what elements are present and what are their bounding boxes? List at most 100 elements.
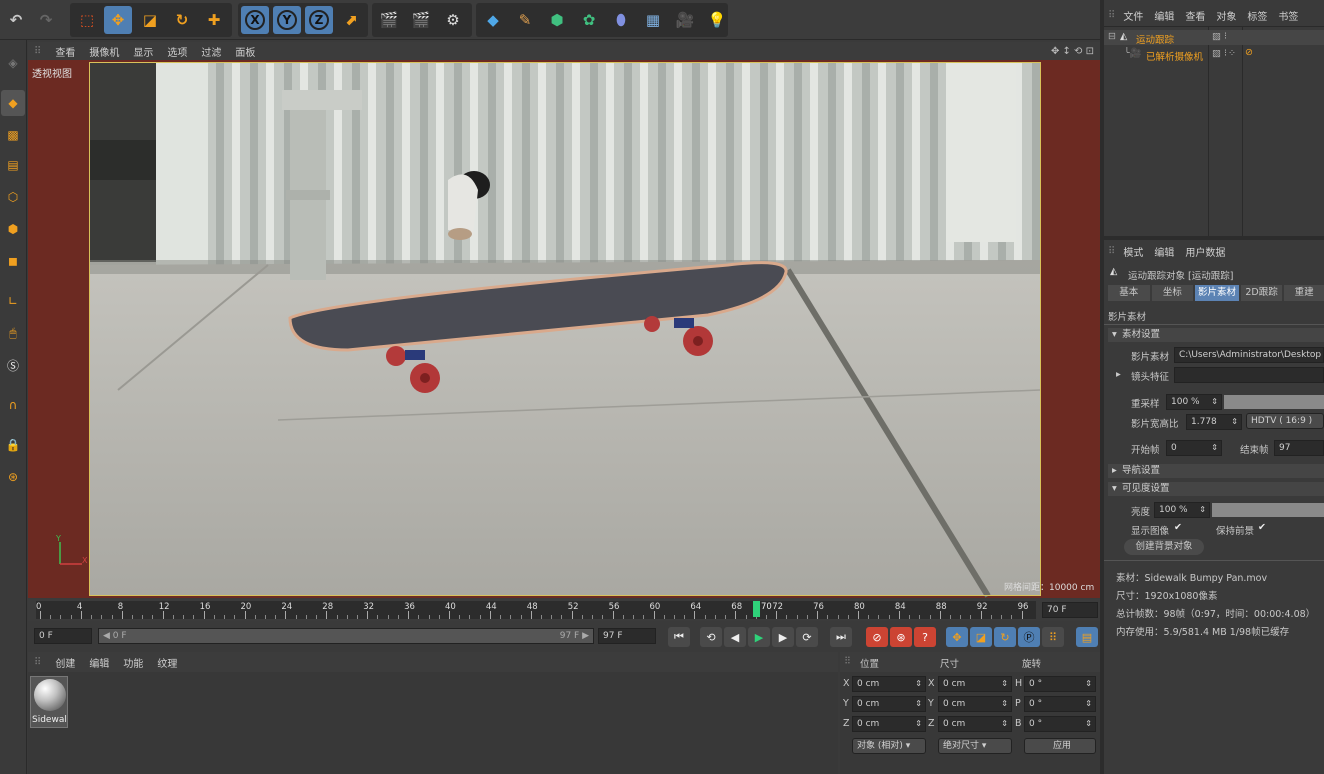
range-slider[interactable]: ◀ 0 F 97 F ▶ <box>98 628 594 644</box>
prev-frame-icon[interactable]: ◀ <box>724 627 746 647</box>
edges-mode-icon[interactable]: ⬢ <box>1 216 25 242</box>
deformer-icon[interactable]: ⬮ <box>607 6 635 34</box>
x-axis-icon[interactable]: X <box>241 6 269 34</box>
apply-button[interactable]: 应用 <box>1024 738 1096 754</box>
polygons-mode-icon[interactable]: ◼ <box>1 248 25 274</box>
resample-field[interactable]: 100 % ⇕ <box>1166 394 1222 410</box>
visibility-icon[interactable]: ▨ ⁝ <box>1212 48 1227 59</box>
next-key-icon[interactable]: ⟳ <box>796 627 818 647</box>
resample-slider[interactable] <box>1224 395 1324 409</box>
tab-reconstruction[interactable]: 重建 <box>1284 285 1324 301</box>
nav-settings-header[interactable]: ▸ 导航设置 <box>1108 464 1324 478</box>
size-field[interactable]: 0 cm ⇕ <box>938 676 1012 692</box>
cube-icon[interactable]: ◆ <box>479 6 507 34</box>
add-icon[interactable]: ✚ <box>200 6 228 34</box>
footage-path-field[interactable]: C:\Users\Administrator\Desktop <box>1174 347 1324 363</box>
goto-end-icon[interactable]: ⏭ <box>830 627 852 647</box>
menu-edit[interactable]: 编辑 <box>89 655 109 670</box>
end-frame-input[interactable]: 97 <box>1274 440 1324 456</box>
rotation-field[interactable]: 0 ° ⇕ <box>1024 716 1096 732</box>
key-scale-icon[interactable]: ◪ <box>970 627 992 647</box>
locked-workplane-icon[interactable]: 🔒 <box>1 432 25 458</box>
key-rotation-icon[interactable]: ↻ <box>994 627 1016 647</box>
model-mode-icon[interactable]: ◆ <box>1 90 25 116</box>
y-axis-icon[interactable]: Y <box>273 6 301 34</box>
menu-view[interactable]: 查看 <box>1185 8 1205 23</box>
scale-icon[interactable]: ◪ <box>136 6 164 34</box>
next-frame-icon[interactable]: ▶ <box>772 627 794 647</box>
size-field[interactable]: 0 cm ⇕ <box>938 696 1012 712</box>
start-frame-input[interactable]: 0 ⇕ <box>1166 440 1222 456</box>
axis-mode-icon[interactable]: ∟ <box>1 288 25 314</box>
menu-tags[interactable]: 标签 <box>1247 8 1267 23</box>
subdivision-icon[interactable]: ⬢ <box>543 6 571 34</box>
aspect-field[interactable]: 1.778 ⇕ <box>1186 414 1242 430</box>
brightness-field[interactable]: 100 % ⇕ <box>1154 502 1210 518</box>
menu-display[interactable]: 显示 <box>133 44 153 59</box>
render-picture-viewer-icon[interactable]: 🎬 <box>407 6 435 34</box>
menu-cameras[interactable]: 摄像机 <box>89 44 119 59</box>
position-field[interactable]: 0 cm ⇕ <box>852 716 926 732</box>
object-row[interactable]: ⊟ ◭ 运动跟踪 ▨ ⁝ <box>1104 30 1324 46</box>
end-frame-field[interactable]: 97 F <box>598 628 656 644</box>
rotate-icon[interactable]: ↻ <box>168 6 196 34</box>
coordinate-system-icon[interactable]: ⬈ <box>337 6 365 34</box>
autokey-icon[interactable]: ⊛ <box>890 627 912 647</box>
size-field[interactable]: 0 cm ⇕ <box>938 716 1012 732</box>
prev-key-icon[interactable]: ⟲ <box>700 627 722 647</box>
footage-settings-header[interactable]: ▾ 素材设置 <box>1108 328 1324 342</box>
protection-tag-icon[interactable]: ⊘ <box>1245 47 1253 58</box>
visibility-settings-header[interactable]: ▾ 可见度设置 <box>1108 482 1324 496</box>
playhead[interactable] <box>753 601 760 617</box>
show-image-checkbox[interactable]: ✔ <box>1174 522 1182 533</box>
render-view-icon[interactable]: 🎬 <box>375 6 403 34</box>
floor-icon[interactable]: ▦ <box>639 6 667 34</box>
perspective-viewport[interactable]: 透视视图 Y X 网格间距：10000 cm <box>28 60 1100 598</box>
tab-coordinates[interactable]: 坐标 <box>1151 285 1194 301</box>
create-background-button[interactable]: 创建背景对象 <box>1124 539 1204 555</box>
camera-icon[interactable]: 🎥 <box>671 6 699 34</box>
size-mode-select[interactable]: 绝对尺寸 ▾ <box>938 738 1012 754</box>
menu-create[interactable]: 创建 <box>55 655 75 670</box>
rotation-field[interactable]: 0 ° ⇕ <box>1024 696 1096 712</box>
menu-bookmarks[interactable]: 书签 <box>1278 8 1298 23</box>
redo-icon[interactable]: ↷ <box>32 6 60 34</box>
timeline-icon[interactable]: ▤ <box>1076 627 1098 647</box>
menu-mode[interactable]: 模式 <box>1123 244 1143 259</box>
texture-mode-icon[interactable]: ▩ <box>1 122 25 148</box>
tab-footage[interactable]: 影片素材 <box>1195 285 1239 301</box>
object-row[interactable]: ╰🎥 已解析摄像机 ▨ ⁝ ⁘ ⊘ <box>1104 47 1324 63</box>
make-editable-icon[interactable]: ◈ <box>1 50 25 76</box>
tab-2d-tracking[interactable]: 2D跟踪 <box>1240 285 1283 301</box>
live-select-icon[interactable]: ⬚ <box>73 6 101 34</box>
material-swatch[interactable]: Sidewal <box>30 676 68 728</box>
brightness-slider[interactable] <box>1212 503 1324 517</box>
menu-view[interactable]: 查看 <box>55 44 75 59</box>
keyframe-selection-icon[interactable]: ? <box>914 627 936 647</box>
pen-icon[interactable]: ✎ <box>511 6 539 34</box>
menu-options[interactable]: 选项 <box>167 44 187 59</box>
points-mode-icon[interactable]: ⬡ <box>1 184 25 210</box>
viewport-nav-icons[interactable]: ✥ ↕ ⟲ ⊡ <box>1051 46 1094 57</box>
menu-function[interactable]: 功能 <box>123 655 143 670</box>
start-frame-field[interactable]: 0 F <box>34 628 92 644</box>
cloner-icon[interactable]: ✿ <box>575 6 603 34</box>
key-pla-icon[interactable]: ⠿ <box>1042 627 1064 647</box>
tab-basic[interactable]: 基本 <box>1108 285 1150 301</box>
z-axis-icon[interactable]: Z <box>305 6 333 34</box>
record-icon[interactable]: ⊘ <box>866 627 888 647</box>
menu-edit[interactable]: 编辑 <box>1154 8 1174 23</box>
light-icon[interactable]: 💡 <box>703 6 731 34</box>
visibility-icon[interactable]: ▨ ⁝ <box>1212 31 1227 42</box>
menu-filter[interactable]: 过滤 <box>201 44 221 59</box>
position-field[interactable]: 0 cm ⇕ <box>852 696 926 712</box>
goto-start-icon[interactable]: ⏮ <box>668 627 690 647</box>
lens-field[interactable] <box>1174 367 1324 383</box>
menu-panel[interactable]: 面板 <box>235 44 255 59</box>
menu-user-data[interactable]: 用户数据 <box>1185 244 1225 259</box>
keep-foreground-checkbox[interactable]: ✔ <box>1258 522 1266 533</box>
magnet-icon[interactable]: ∩ <box>1 392 25 418</box>
menu-edit[interactable]: 编辑 <box>1154 244 1174 259</box>
move-icon[interactable]: ✥ <box>104 6 132 34</box>
current-frame-field[interactable]: 70 F <box>1042 602 1098 618</box>
